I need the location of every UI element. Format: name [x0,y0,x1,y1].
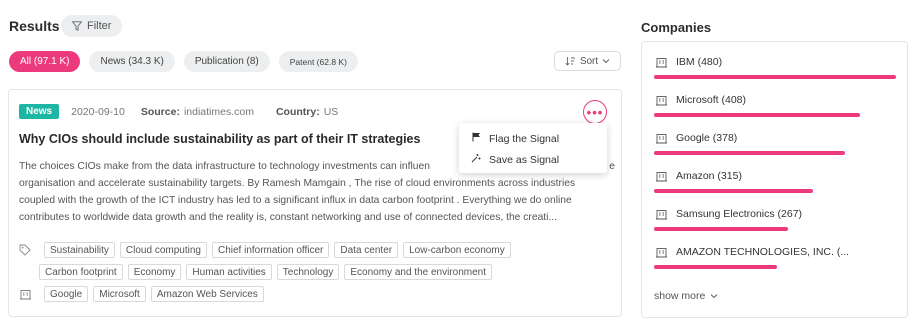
sort-icon [565,57,575,66]
tab-all[interactable]: All (97.1 K) [9,51,81,72]
company-tag[interactable]: Google [44,286,89,302]
body-line-2: organisation and accelerate sustainabili… [19,178,576,189]
article-date: 2020-09-10 [71,105,125,118]
topic-tag[interactable]: Human activities [186,264,272,280]
company-tag[interactable]: Microsoft [93,286,146,302]
company-bar-microsoft [654,113,860,117]
building-icon [656,209,667,219]
article-meta: News 2020-09-10 Source: indiatimes.com C… [19,104,338,119]
topic-tag[interactable]: Economy [127,264,182,280]
save-signal-label: Save as Signal [489,153,560,166]
company-item-ibm[interactable]: IBM (480) [656,56,722,68]
topic-tag[interactable]: Technology [276,264,340,280]
body-line-1-tail: e [609,161,615,172]
body-line-3: coupled with the growth of the ICT indus… [19,195,572,206]
company-tag[interactable]: Amazon Web Services [150,286,264,302]
topic-tags-row-1: Sustainability Cloud computing Chief inf… [19,242,511,258]
company-label: Samsung Electronics (267) [676,208,803,220]
save-signal-icon [471,153,481,166]
article-title[interactable]: Why CIOs should include sustainability a… [19,132,420,146]
company-label: Microsoft (408) [676,94,747,106]
building-icon [656,57,667,67]
more-options-menu: Flag the Signal Save as Signal [459,123,607,173]
body-line-4: contributes to worldwide data growth and… [19,212,558,223]
topic-tags-row-2: Carbon footprint Economy Human activitie… [39,264,492,280]
topic-tag[interactable]: Cloud computing [119,242,207,258]
body-line-1: The choices CIOs make from the data infr… [19,161,430,172]
show-more-button[interactable]: show more [654,290,718,302]
companies-panel: IBM (480) Microsoft (408) Google (378) A… [641,41,908,318]
topic-tag[interactable]: Carbon footprint [39,264,123,280]
tab-publication[interactable]: Publication (8) [183,51,270,72]
building-icon [656,133,667,143]
company-label: IBM (480) [676,56,723,68]
building-icon [656,171,667,181]
company-item-amazon-technologies[interactable]: AMAZON TECHNOLOGIES, INC. (... [656,246,849,258]
results-title: Results [9,18,60,34]
topic-tag[interactable]: Economy and the environment [344,264,492,280]
chevron-down-icon [710,294,718,299]
topic-tag[interactable]: Chief information officer [211,242,330,258]
tab-patent[interactable]: Patent (62.8 K) [278,51,358,72]
company-label: AMAZON TECHNOLOGIES, INC. (... [676,246,850,258]
company-label: Google (378) [676,132,738,144]
company-tags-row: Google Microsoft Amazon Web Services [19,286,264,302]
topic-tag[interactable]: Data center [334,242,399,258]
source-value[interactable]: indiatimes.com [184,106,254,118]
company-item-microsoft[interactable]: Microsoft (408) [656,94,746,106]
company-bar-ibm [654,75,896,79]
more-dots-icon: ••• [586,104,604,120]
companies-title: Companies [641,20,712,35]
company-bar-amazon-technologies [654,265,777,269]
flag-signal-menu-item[interactable]: Flag the Signal [471,132,559,145]
company-item-amazon[interactable]: Amazon (315) [656,170,742,182]
show-more-label: show more [654,290,706,302]
more-options-button[interactable]: ••• [583,100,607,124]
company-item-samsung[interactable]: Samsung Electronics (267) [656,208,802,220]
source-label: Source: [140,105,180,118]
topic-tag[interactable]: Sustainability [44,242,115,258]
flag-icon [471,132,481,145]
company-label: Amazon (315) [676,170,742,182]
tag-icon [19,244,31,256]
save-signal-menu-item[interactable]: Save as Signal [471,153,559,166]
country-value: US [323,105,339,118]
country-label: Country: [275,105,320,118]
building-icon [656,95,667,105]
topic-tag[interactable]: Low-carbon economy [403,242,511,258]
building-icon [656,247,667,257]
company-bar-samsung [654,227,788,231]
filter-button[interactable]: Filter [61,15,123,37]
filter-label: Filter [87,20,112,32]
company-item-google[interactable]: Google (378) [656,132,737,144]
filter-icon [72,21,82,31]
tab-news[interactable]: News (34.3 K) [89,51,175,72]
result-tabs: All (97.1 K) News (34.3 K) Publication (… [9,51,358,72]
news-badge: News [19,104,60,119]
company-bar-google [654,151,845,155]
flag-signal-label: Flag the Signal [489,132,560,145]
chevron-down-icon [602,59,610,64]
company-bar-amazon [654,189,813,193]
sort-label: Sort [579,55,599,67]
building-icon [19,288,31,300]
sort-button[interactable]: Sort [554,51,621,71]
